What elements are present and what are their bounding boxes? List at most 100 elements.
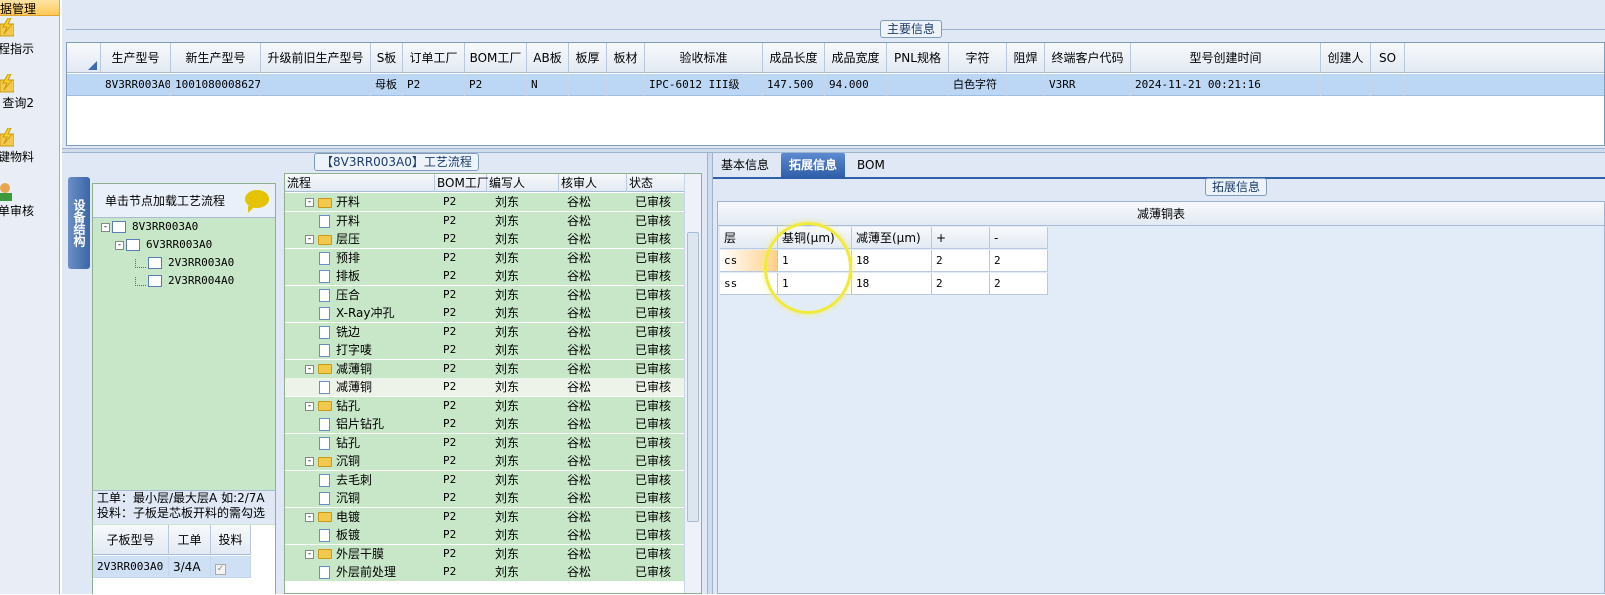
column-header[interactable]: 验收标准 [645,43,763,73]
flow-column-header[interactable]: 状态 [627,174,685,192]
flow-column-header[interactable]: BOM工厂 [435,174,489,192]
flow-row[interactable]: - 电镀 P2 刘东 谷松 已审核 [285,507,685,526]
flow-column-header[interactable]: 核审人 [559,174,627,192]
collapse-icon[interactable]: - [305,401,314,411]
column-header[interactable]: 升级前旧生产型号 [261,43,371,73]
column-header[interactable]: S板 [371,43,403,73]
tree-node[interactable]: - 8V3RR003A0 [101,218,198,236]
collapse-icon[interactable]: - [305,198,314,207]
collapse-icon[interactable]: - [305,235,314,244]
flow-row[interactable]: 外层前处理 P2 刘东 谷松 已审核 [285,563,685,581]
table-row[interactable]: 8V3RR003A0 10010800086274 母板 P2 P2 N IPC-6012 … [67,74,1604,96]
chat-bubble-icon[interactable] [245,190,269,213]
flow-scrollbar[interactable] [684,174,701,593]
flow-name: 钻孔 [336,435,361,450]
collapse-icon[interactable]: - [305,549,314,559]
nav-item-1[interactable]: 程指示 [0,17,59,58]
flow-row[interactable]: 钻孔 P2 刘东 谷松 已审核 [285,433,685,452]
status-cell: 已审核 [635,380,672,394]
document-icon [319,492,330,505]
flow-row[interactable]: 减薄铜 P2 刘东 谷松 已审核 [285,378,685,396]
writer-cell: 刘东 [495,287,520,302]
flow-row[interactable]: 开料 P2 刘东 谷松 已审核 [285,211,685,230]
collapse-icon[interactable]: - [115,240,124,250]
tab-bom[interactable]: BOM [849,153,893,177]
flow-row[interactable]: X-Ray冲孔 P2 刘东 谷松 已审核 [285,304,685,322]
column-header[interactable]: 生产型号 [101,43,171,73]
column-header[interactable]: PNL规格 [887,43,949,73]
subgrid-cell[interactable]: ✓ [211,556,251,578]
column-header[interactable]: SO [1371,43,1405,73]
cu-table-cell[interactable]: 2 [990,273,1048,295]
tab-basic-info[interactable]: 基本信息 [713,153,777,177]
column-header[interactable]: 终端客户代码 [1045,43,1131,73]
cu-table-cell[interactable]: 2 [932,273,990,295]
cu-table-cell[interactable]: 18 [852,273,932,295]
column-header[interactable]: 型号创建时间 [1131,43,1321,73]
flow-row[interactable]: 打字唛 P2 刘东 谷松 已审核 [285,341,685,359]
column-header[interactable]: 板厚 [569,43,607,73]
nav-item-active[interactable]: 据管理 [0,0,59,16]
tree-node[interactable]: - 6V3RR003A0 [115,236,212,254]
collapse-icon[interactable]: - [305,364,314,374]
flow-column-header[interactable]: 编写人 [487,174,559,192]
flow-row[interactable]: - 层压 P2 刘东 谷松 已审核 [285,230,685,248]
flow-row[interactable]: - 外层干膜 P2 刘东 谷松 已审核 [285,544,685,563]
subgrid-column-header[interactable]: 子板型号 [93,525,169,555]
subgrid-column-header[interactable]: 工单 [169,525,211,555]
grid-cell: N [527,74,569,96]
collapse-icon[interactable]: - [101,222,110,232]
cu-table-header[interactable]: 减薄至(μm) [852,227,932,249]
grid-cell: 147.500 [763,74,825,96]
document-icon [319,307,330,320]
column-header[interactable]: 字符 [949,43,1007,73]
flow-column-header[interactable]: 流程 [285,174,435,192]
collapse-icon[interactable]: - [305,512,314,522]
subgrid-column-header[interactable]: 投料 [211,525,251,555]
flow-scrollbar-thumb[interactable] [687,232,699,522]
flow-row[interactable]: - 钻孔 P2 刘东 谷松 已审核 [285,396,685,415]
flow-row[interactable]: 排板 P2 刘东 谷松 已审核 [285,267,685,285]
cu-table-cell[interactable]: 2 [932,250,990,272]
column-header[interactable]: 阻焊 [1007,43,1045,73]
nav-item-3[interactable]: 键物料 [0,127,59,168]
cu-table-header[interactable]: + [932,227,990,249]
flow-row[interactable]: - 减薄铜 P2 刘东 谷松 已审核 [285,359,685,378]
flow-row[interactable]: 铣边 P2 刘东 谷松 已审核 [285,322,685,341]
flow-row[interactable]: 预排 P2 刘东 谷松 已审核 [285,248,685,267]
column-header[interactable]: 板材 [607,43,645,73]
writer-cell: 刘东 [495,528,520,542]
cu-table-cell[interactable]: 2 [990,250,1048,272]
status-cell: 已审核 [635,546,672,561]
flow-row[interactable]: 压合 P2 刘东 谷松 已审核 [285,285,685,304]
column-header[interactable]: 成品宽度 [825,43,887,73]
flow-row[interactable]: 去毛刺 P2 刘东 谷松 已审核 [285,470,685,489]
column-header[interactable]: 成品长度 [763,43,825,73]
nav-item-4[interactable]: 单审核 [0,182,59,222]
collapse-icon[interactable]: - [305,457,314,466]
bom-factory-cell: P2 [443,324,457,338]
checkbox[interactable]: ✓ [215,564,226,575]
tab-extended-info[interactable]: 拓展信息 [781,153,846,177]
column-header[interactable]: 新生产型号 [171,43,261,73]
flow-row[interactable]: 铝片钻孔 P2 刘东 谷松 已审核 [285,415,685,433]
tree-node[interactable]: 2V3RR003A0 [135,254,234,272]
column-header[interactable]: BOM工厂 [465,43,527,73]
flow-name: 电镀 [336,509,361,524]
nav-item-2[interactable]: 查询2 [0,73,59,114]
vertical-tab-structure[interactable]: 设备结构 [68,177,90,269]
flow-row[interactable]: 板镀 P2 刘东 谷松 已审核 [285,526,685,544]
column-header[interactable]: 订单工厂 [403,43,465,73]
grid-corner-sort-icon[interactable] [67,43,101,73]
cu-table-header[interactable]: - [990,227,1048,249]
flow-row[interactable]: - 开料 P2 刘东 谷松 已审核 [285,193,685,211]
flow-row[interactable]: - 沉铜 P2 刘东 谷松 已审核 [285,452,685,470]
tree-node[interactable]: 2V3RR004A0 [135,272,234,290]
tree-node-label: 6V3RR003A0 [146,238,213,251]
flow-row[interactable]: 沉铜 P2 刘东 谷松 已审核 [285,489,685,507]
cu-table-cell[interactable]: 18 [852,250,932,272]
folder-icon [318,456,332,467]
column-header[interactable]: 创建人 [1321,43,1371,73]
bom-factory-cell: P2 [443,472,457,486]
column-header[interactable]: AB板 [527,43,569,73]
